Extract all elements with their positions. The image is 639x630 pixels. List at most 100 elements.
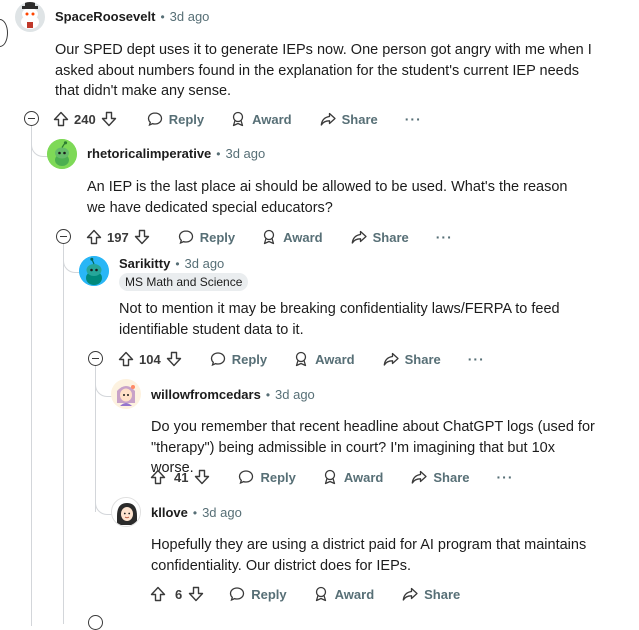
share-icon — [320, 112, 336, 126]
reply-icon — [178, 230, 193, 245]
more-options-button[interactable]: ··· — [436, 229, 453, 245]
thread-connector — [63, 244, 80, 273]
comment-actions: 6 Reply Award Share — [150, 581, 460, 607]
reply-button[interactable]: Reply — [238, 469, 296, 485]
comment-body: Hopefully they are using a district paid… — [151, 537, 587, 574]
share-button[interactable]: Share — [402, 586, 460, 602]
award-button[interactable]: Award — [313, 586, 375, 602]
downvote-icon — [134, 229, 149, 245]
parent-collapse-edge — [0, 19, 8, 47]
more-options-button[interactable]: ··· — [405, 111, 422, 127]
avatar[interactable] — [111, 497, 141, 527]
collapse-thread-button[interactable] — [24, 111, 39, 126]
avatar[interactable] — [15, 2, 45, 32]
downvote-icon — [195, 469, 210, 485]
comment-meta: rhetoricalimperative • 3d ago — [87, 145, 265, 163]
reply-icon — [239, 470, 254, 485]
comment-actions: 240 Reply Award Share ··· — [53, 106, 422, 132]
downvote-icon — [101, 111, 116, 127]
upvote-icon — [118, 351, 134, 367]
thread-connector — [31, 126, 48, 157]
award-button[interactable]: Award — [261, 229, 323, 245]
timestamp[interactable]: 3d ago — [185, 255, 225, 273]
collapse-thread-button[interactable] — [56, 229, 71, 244]
upvote-icon — [86, 229, 102, 245]
timestamp[interactable]: 3d ago — [202, 504, 242, 522]
separator: • — [175, 257, 180, 271]
downvote-button[interactable] — [134, 229, 150, 245]
award-icon — [324, 469, 336, 485]
comment-actions: 104 Reply Award Share ··· — [118, 346, 485, 372]
award-icon — [315, 586, 326, 602]
award-label: Award — [252, 111, 292, 127]
user-flair: MS Math and Science — [119, 273, 249, 291]
share-icon — [402, 587, 418, 601]
timestamp[interactable]: 3d ago — [225, 145, 265, 163]
downvote-button[interactable] — [194, 469, 210, 485]
downvote-button[interactable] — [188, 586, 204, 602]
share-label: Share — [372, 229, 409, 245]
downvote-icon — [166, 351, 181, 367]
share-label: Share — [424, 586, 461, 602]
share-button[interactable]: Share — [351, 229, 409, 245]
reply-icon — [210, 352, 225, 367]
separator: • — [160, 10, 165, 24]
reply-button[interactable]: Reply — [229, 586, 287, 602]
comment-actions: 41 Reply Award Share ··· — [150, 464, 514, 490]
comment-actions: 197 Reply Award Share ··· — [86, 224, 453, 250]
comment-meta: kllove • 3d ago — [151, 504, 242, 522]
username[interactable]: rhetoricalimperative — [87, 145, 211, 163]
award-label: Award — [334, 586, 375, 602]
username[interactable]: SpaceRoosevelt — [55, 8, 155, 26]
comment-body: Not to mention it may be breaking confid… — [119, 301, 560, 338]
vote-count: 197 — [107, 229, 129, 245]
reply-label: Reply — [260, 469, 296, 485]
timestamp[interactable]: 3d ago — [275, 386, 315, 404]
comment-meta: SpaceRoosevelt • 3d ago — [55, 8, 209, 26]
comment-meta: willowfromcedars • 3d ago — [151, 386, 315, 404]
upvote-button[interactable] — [150, 586, 166, 602]
share-label: Share — [433, 469, 470, 485]
award-button[interactable]: Award — [230, 111, 292, 127]
reply-button[interactable]: Reply — [178, 229, 235, 245]
timestamp[interactable]: 3d ago — [170, 8, 210, 26]
upvote-button[interactable] — [53, 111, 69, 127]
username[interactable]: kllove — [151, 504, 188, 522]
comment-body: Our SPED dept uses it to generate IEPs n… — [55, 42, 592, 99]
avatar[interactable] — [47, 139, 77, 169]
share-button[interactable]: Share — [320, 111, 378, 127]
collapse-thread-button[interactable] — [88, 351, 103, 366]
award-button[interactable]: Award — [293, 351, 355, 367]
separator: • — [265, 388, 271, 402]
share-label: Share — [404, 351, 441, 367]
more-options-button[interactable]: ··· — [468, 351, 485, 367]
award-button[interactable]: Award — [322, 469, 383, 485]
upvote-icon — [53, 111, 69, 127]
separator: • — [192, 506, 198, 520]
upvote-button[interactable] — [118, 351, 134, 367]
share-label: Share — [341, 111, 378, 127]
username[interactable]: Sarikitty — [119, 255, 170, 273]
reply-button[interactable]: Reply — [210, 351, 267, 367]
upvote-button[interactable] — [150, 469, 166, 485]
downvote-icon — [189, 586, 204, 602]
more-options-button[interactable]: ··· — [497, 469, 514, 485]
reply-label: Reply — [231, 351, 268, 367]
next-collapse-edge — [88, 615, 103, 630]
username[interactable]: willowfromcedars — [151, 386, 261, 404]
reply-button[interactable]: Reply — [147, 111, 204, 127]
downvote-button[interactable] — [101, 111, 117, 127]
reply-icon — [147, 112, 162, 127]
thread-line — [63, 244, 64, 624]
share-button[interactable]: Share — [411, 469, 470, 485]
upvote-icon — [150, 586, 166, 602]
share-icon — [351, 230, 367, 244]
avatar[interactable] — [79, 256, 109, 286]
avatar[interactable] — [111, 379, 141, 409]
share-button[interactable]: Share — [383, 351, 441, 367]
award-label: Award — [283, 229, 323, 245]
downvote-button[interactable] — [166, 351, 182, 367]
award-icon — [263, 229, 275, 245]
upvote-button[interactable] — [86, 229, 102, 245]
thread-connector — [95, 486, 112, 515]
